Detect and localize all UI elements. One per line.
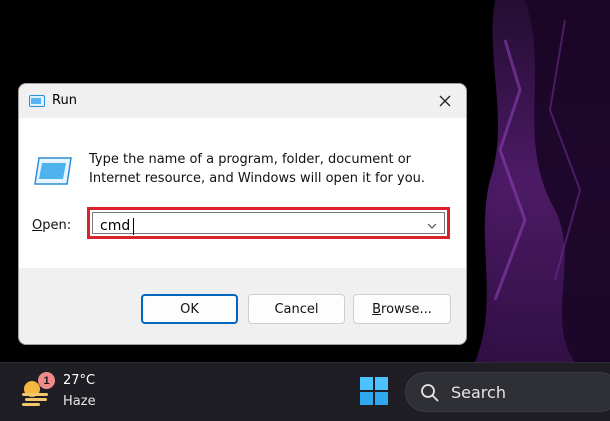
cancel-button[interactable]: Cancel xyxy=(248,294,345,324)
weather-condition[interactable]: Haze xyxy=(63,394,96,409)
close-button[interactable] xyxy=(432,88,458,114)
browse-button[interactable]: Browse... xyxy=(353,294,451,324)
search-icon xyxy=(421,384,439,402)
open-label: Open: xyxy=(32,218,71,233)
weather-temperature[interactable]: 27°C xyxy=(63,373,95,388)
run-large-icon xyxy=(34,157,72,185)
taskbar: 1 27°C Haze Search xyxy=(0,362,610,421)
wallpaper xyxy=(455,0,610,362)
close-icon xyxy=(439,95,451,107)
search-label: Search xyxy=(451,383,506,402)
open-label-rest: pen: xyxy=(42,218,72,233)
text-caret xyxy=(133,218,134,235)
run-dialog: Run Type the name of a program, folder, … xyxy=(18,83,467,345)
open-label-accel: O xyxy=(32,218,43,233)
open-combobox[interactable]: cmd xyxy=(87,207,450,239)
title-bar[interactable]: Run xyxy=(19,84,466,118)
open-input-frame: cmd xyxy=(92,212,445,235)
dialog-description: Type the name of a program, folder, docu… xyxy=(89,152,426,186)
taskbar-search[interactable]: Search xyxy=(405,372,610,412)
open-input[interactable]: cmd xyxy=(100,218,130,234)
windows-start-icon[interactable] xyxy=(359,376,389,406)
notification-badge: 1 xyxy=(38,372,55,389)
browse-rest: rowse... xyxy=(381,301,432,317)
browse-accel: B xyxy=(372,301,382,317)
chevron-down-icon[interactable] xyxy=(426,220,438,232)
dialog-body: Type the name of a program, folder, docu… xyxy=(19,118,466,268)
dialog-title: Run xyxy=(52,93,77,108)
ok-button[interactable]: OK xyxy=(141,294,238,324)
run-app-icon xyxy=(29,95,45,107)
